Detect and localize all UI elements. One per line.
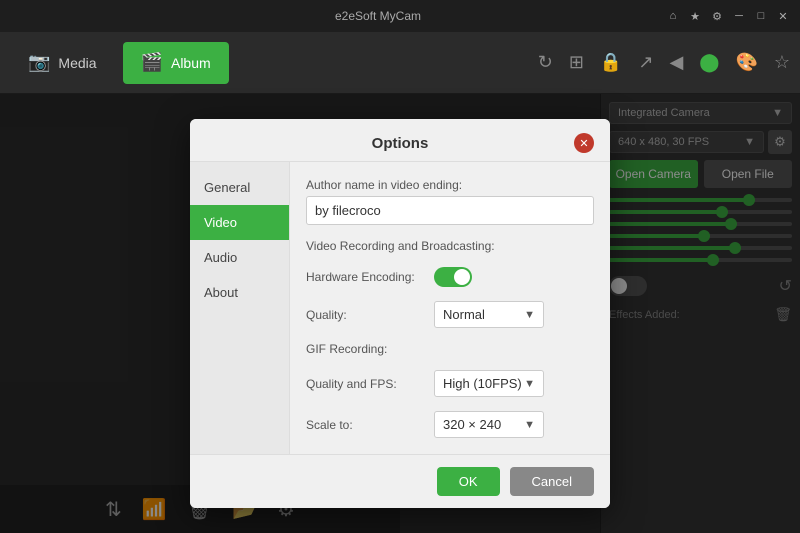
back-icon[interactable]: ◀	[669, 52, 683, 73]
gif-quality-label: Quality and FPS:	[306, 377, 426, 391]
ok-button[interactable]: OK	[437, 467, 500, 496]
lock-icon[interactable]: 🔒	[600, 52, 622, 73]
dialog-sidebar: General Video Audio About	[190, 162, 290, 454]
sidebar-video-label: Video	[204, 215, 237, 230]
camera-active-icon[interactable]: ⬤	[699, 52, 719, 73]
hardware-encoding-knob	[454, 269, 470, 285]
palette-icon[interactable]: 🎨	[735, 52, 757, 73]
close-icon[interactable]: ✕	[776, 9, 790, 23]
sidebar-audio-label: Audio	[204, 250, 237, 265]
home-icon[interactable]: ⌂	[666, 9, 680, 23]
share-icon[interactable]: ↗	[638, 52, 653, 73]
options-dialog: Options ✕ General Video Audio	[190, 119, 610, 508]
grid-icon[interactable]: ⊞	[569, 52, 584, 73]
gif-scale-label: Scale to:	[306, 418, 426, 432]
modal-overlay: Options ✕ General Video Audio	[0, 94, 800, 533]
gif-scale-arrow: ▼	[524, 419, 535, 431]
media-icon: 📷	[28, 52, 50, 73]
dialog-main-content: Author name in video ending: Video Recor…	[290, 162, 610, 454]
tab-album-label: Album	[171, 55, 211, 71]
tab-media[interactable]: 📷 Media	[10, 42, 115, 84]
minimize-icon[interactable]: ─	[732, 9, 746, 23]
dialog-footer: OK Cancel	[190, 454, 610, 508]
window-controls: ⌂ ★ ⚙ ─ □ ✕	[666, 9, 790, 23]
star-icon[interactable]: ☆	[774, 52, 790, 73]
cancel-button[interactable]: Cancel	[510, 467, 594, 496]
sidebar-item-video[interactable]: Video	[190, 205, 289, 240]
author-input[interactable]	[306, 196, 594, 225]
author-field-group: Author name in video ending:	[306, 178, 594, 225]
gif-scale-value: 320 × 240	[443, 417, 501, 432]
bookmark-icon[interactable]: ★	[688, 9, 702, 23]
album-icon: 🎬	[141, 52, 163, 73]
quality-select[interactable]: Normal ▼	[434, 301, 544, 328]
sidebar-item-audio[interactable]: Audio	[190, 240, 289, 275]
gif-recording-label: GIF Recording:	[306, 342, 594, 356]
gif-quality-arrow: ▼	[524, 378, 535, 390]
dialog-close-button[interactable]: ✕	[574, 133, 594, 153]
dialog-title: Options	[226, 135, 574, 152]
sidebar-item-about[interactable]: About	[190, 275, 289, 310]
dialog-header: Options ✕	[190, 119, 610, 162]
tab-album[interactable]: 🎬 Album	[123, 42, 229, 84]
video-recording-section: Video Recording and Broadcasting:	[306, 239, 594, 253]
author-field-label: Author name in video ending:	[306, 178, 594, 192]
main-content: ⇅ 📶 🗑 📂 ⚙ Integrated Camera ▼ 640 x 480,…	[0, 94, 800, 533]
hardware-encoding-toggle[interactable]	[434, 267, 472, 287]
dialog-body: General Video Audio About	[190, 162, 610, 454]
gif-recording-section: GIF Recording:	[306, 342, 594, 356]
quality-row: Quality: Normal ▼	[306, 301, 594, 328]
sidebar-about-label: About	[204, 285, 238, 300]
tab-media-label: Media	[58, 55, 96, 71]
quality-select-arrow: ▼	[524, 309, 535, 321]
hardware-encoding-label: Hardware Encoding:	[306, 270, 426, 284]
navbar: 📷 Media 🎬 Album ↻ ⊞ 🔒 ↗ ◀ ⬤ 🎨 ☆	[0, 32, 800, 94]
titlebar: e2eSoft MyCam ⌂ ★ ⚙ ─ □ ✕	[0, 0, 800, 32]
gif-quality-value: High (10FPS)	[443, 376, 522, 391]
navbar-right-icons: ↻ ⊞ 🔒 ↗ ◀ ⬤ 🎨 ☆	[538, 52, 790, 73]
hardware-encoding-row: Hardware Encoding:	[306, 267, 594, 287]
gif-quality-select[interactable]: High (10FPS) ▼	[434, 370, 544, 397]
maximize-icon[interactable]: □	[754, 9, 768, 23]
sidebar-general-label: General	[204, 180, 250, 195]
rotate-icon[interactable]: ↻	[538, 52, 553, 73]
gif-scale-select[interactable]: 320 × 240 ▼	[434, 411, 544, 438]
quality-label: Quality:	[306, 308, 426, 322]
gif-quality-row: Quality and FPS: High (10FPS) ▼	[306, 370, 594, 397]
settings-icon[interactable]: ⚙	[710, 9, 724, 23]
sidebar-item-general[interactable]: General	[190, 170, 289, 205]
video-recording-label: Video Recording and Broadcasting:	[306, 239, 594, 253]
app-title: e2eSoft MyCam	[90, 9, 666, 23]
quality-value: Normal	[443, 307, 485, 322]
gif-scale-row: Scale to: 320 × 240 ▼	[306, 411, 594, 438]
